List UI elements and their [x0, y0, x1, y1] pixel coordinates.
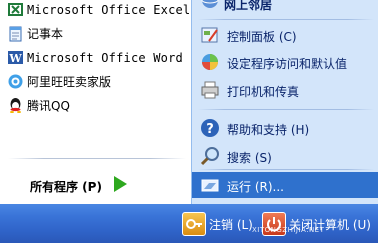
program-access-item[interactable]: 设定程序访问和默认值 — [192, 49, 378, 75]
system-places-pane: 网上邻居 控制面板 (C) 设定程序访问和默认值 打印机和传真 ? 帮助和支持 … — [191, 0, 378, 204]
program-label: 记事本 — [27, 27, 64, 41]
run-icon — [201, 179, 219, 192]
program-item-notepad[interactable]: 记事本 — [0, 22, 191, 46]
run-item[interactable]: 运行 (R)... — [192, 172, 378, 198]
pinned-programs-pane: Microsoft Office Excel... 记事本 W Microsof… — [0, 0, 212, 204]
aliwangwang-icon — [8, 74, 23, 89]
printers-label: 打印机和传真 — [227, 85, 300, 99]
network-icon — [201, 0, 219, 8]
program-item-excel[interactable]: Microsoft Office Excel... — [0, 0, 212, 22]
all-programs-button[interactable]: 所有程序 (P) — [0, 170, 191, 198]
program-item-aliwangwang[interactable]: 阿里旺旺卖家版 — [0, 70, 191, 94]
svg-text:W: W — [8, 52, 22, 65]
program-item-qq[interactable]: 腾讯QQ — [0, 94, 191, 118]
divider — [198, 169, 374, 170]
program-label: 阿里旺旺卖家版 — [27, 75, 112, 89]
program-label: 腾讯QQ — [27, 99, 70, 113]
printers-item[interactable]: 打印机和传真 — [192, 77, 378, 103]
control-panel-label: 控制面板 (C) — [227, 30, 297, 44]
program-label: Microsoft Office Word ... — [27, 51, 213, 65]
watermark: XITONGZHIJIA.NET — [252, 226, 325, 234]
logoff-label: 注销 (L) — [209, 218, 253, 232]
arrow-right-icon — [109, 173, 131, 195]
start-menu: Microsoft Office Excel... 记事本 W Microsof… — [0, 0, 378, 243]
control-panel-icon — [201, 27, 218, 43]
qq-icon — [10, 98, 21, 113]
printer-icon — [201, 81, 219, 99]
program-access-icon — [202, 54, 218, 70]
divider — [8, 158, 186, 159]
start-menu-footer: 注销 (L) 关闭计算机 (U) — [0, 204, 378, 243]
control-panel-item[interactable]: 控制面板 (C) — [192, 22, 378, 48]
key-icon — [186, 219, 202, 229]
help-support-label: 帮助和支持 (H) — [227, 123, 310, 137]
program-access-label: 设定程序访问和默认值 — [227, 57, 348, 71]
notepad-icon — [9, 26, 22, 42]
search-label: 搜索 (S) — [227, 151, 272, 165]
all-programs-label: 所有程序 (P) — [30, 180, 102, 194]
help-support-item[interactable]: ? 帮助和支持 (H) — [192, 115, 378, 141]
divider — [198, 109, 374, 110]
word-icon: W — [8, 51, 23, 65]
program-item-word[interactable]: W Microsoft Office Word ... — [0, 46, 212, 70]
divider — [198, 19, 374, 20]
program-label: Microsoft Office Excel... — [27, 3, 213, 17]
search-icon — [200, 147, 219, 166]
svg-text:?: ? — [206, 122, 214, 137]
network-places-label: 网上邻居 — [224, 0, 273, 12]
search-item[interactable]: 搜索 (S) — [192, 143, 378, 169]
excel-icon — [8, 3, 23, 16]
help-icon: ? — [201, 119, 219, 137]
logoff-button[interactable] — [182, 212, 206, 236]
run-label: 运行 (R)... — [227, 180, 284, 194]
network-places-item[interactable]: 网上邻居 — [192, 0, 378, 18]
